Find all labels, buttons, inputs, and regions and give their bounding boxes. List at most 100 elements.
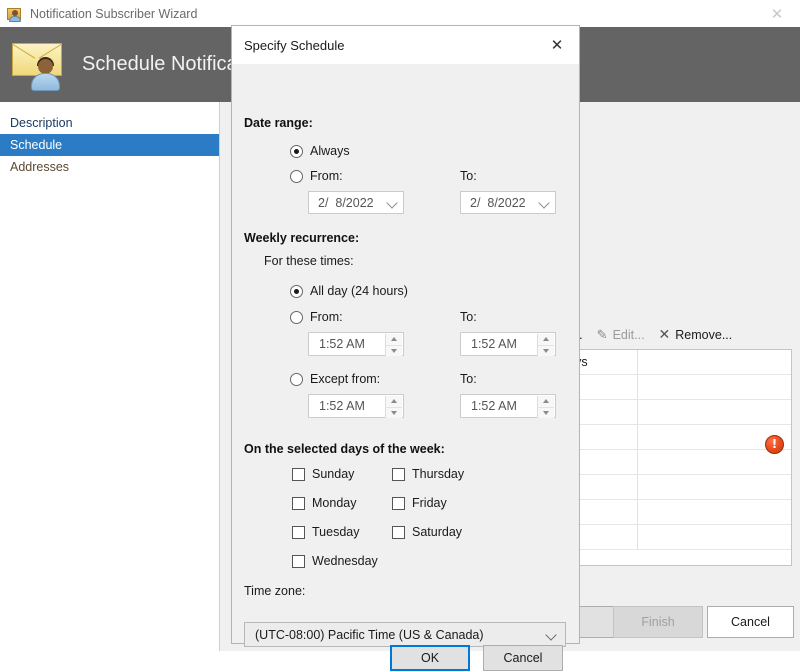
table-row[interactable]: [551, 475, 791, 500]
allday-radio[interactable]: All day (24 hours): [290, 284, 408, 298]
date-always-radio[interactable]: Always: [290, 144, 350, 158]
checkbox-saturday[interactable]: Saturday: [392, 525, 462, 539]
timezone-label: Time zone:: [244, 584, 306, 598]
weekly-recurrence-heading: Weekly recurrence:: [244, 231, 360, 245]
triangle-down-icon: [543, 348, 549, 353]
edit-schedule-button[interactable]: ✎ Edit...: [597, 327, 645, 343]
except-to-spinner[interactable]: [537, 396, 554, 418]
table-row[interactable]: [551, 450, 791, 475]
checkbox-monday[interactable]: Monday: [292, 496, 356, 510]
spinner-down-button[interactable]: [537, 345, 554, 356]
date-to-input[interactable]: 2/ 8/2022: [460, 191, 556, 214]
except-from-spinner[interactable]: [385, 396, 402, 418]
spinner-down-button[interactable]: [385, 345, 402, 356]
date-always-label: Always: [310, 144, 350, 158]
spinner-down-button[interactable]: [537, 407, 554, 418]
time-from-spinner[interactable]: [385, 334, 402, 356]
chevron-down-icon[interactable]: [545, 629, 557, 641]
remove-schedule-button[interactable]: ✕ Remove...: [659, 327, 733, 343]
checkbox-indicator: [392, 496, 405, 510]
time-from-radio[interactable]: From:: [290, 310, 343, 324]
table-row[interactable]: [551, 425, 791, 450]
triangle-up-icon: [391, 337, 397, 342]
triangle-down-icon: [543, 410, 549, 415]
table-row[interactable]: [551, 525, 791, 550]
date-from-label: From:: [310, 169, 343, 183]
except-from-input[interactable]: 1:52 AM: [308, 394, 404, 418]
radio-indicator: [290, 144, 303, 158]
for-these-times-label: For these times:: [264, 254, 354, 268]
table-row[interactable]: kdays: [551, 350, 791, 375]
except-from-value: 1:52 AM: [319, 399, 365, 413]
time-from-input[interactable]: 1:52 AM: [308, 332, 404, 356]
date-from-input[interactable]: 2/ 8/2022: [308, 191, 404, 214]
dialog-cancel-button[interactable]: Cancel: [483, 645, 563, 671]
pencil-icon: ✎: [596, 327, 608, 342]
specify-schedule-dialog: Specify Schedule ✕ Date range: Always Fr…: [231, 25, 580, 671]
chevron-down-icon[interactable]: [538, 197, 550, 209]
triangle-up-icon: [543, 399, 549, 404]
dialog-close-button[interactable]: ✕: [535, 26, 579, 64]
checkbox-sunday[interactable]: Sunday: [292, 467, 354, 481]
sidebar-item-description[interactable]: Description: [0, 112, 219, 134]
table-cell-value: [638, 500, 791, 524]
checkbox-indicator: [292, 525, 305, 539]
table-row[interactable]: [551, 500, 791, 525]
checkbox-label: Friday: [412, 496, 447, 510]
finish-button[interactable]: Finish: [613, 606, 703, 638]
spinner-up-button[interactable]: [537, 396, 554, 408]
radio-indicator: [290, 169, 303, 183]
except-from-label: Except from:: [310, 372, 381, 386]
window-close-button[interactable]: ✕: [754, 0, 800, 27]
days-of-week-heading: On the selected days of the week:: [244, 442, 445, 456]
edit-label: Edit...: [612, 328, 645, 342]
table-row[interactable]: [551, 375, 791, 400]
checkbox-label: Monday: [312, 496, 357, 510]
dialog-title: Specify Schedule: [244, 37, 345, 53]
triangle-up-icon: [543, 337, 549, 342]
except-to-value: 1:52 AM: [471, 399, 517, 413]
table-cell-value: [638, 375, 791, 399]
table-cell-value: [638, 525, 791, 549]
table-row[interactable]: [551, 400, 791, 425]
except-from-radio[interactable]: Except from:: [290, 372, 380, 386]
chevron-down-icon[interactable]: [386, 197, 398, 209]
checkbox-thursday[interactable]: Thursday: [392, 467, 464, 481]
except-to-input[interactable]: 1:52 AM: [460, 394, 556, 418]
sidebar-item-schedule[interactable]: Schedule: [0, 134, 219, 156]
time-to-input[interactable]: 1:52 AM: [460, 332, 556, 356]
sidebar-item-addresses[interactable]: Addresses: [0, 156, 219, 178]
table-cell-value: [638, 400, 791, 424]
dialog-titlebar: Specify Schedule ✕: [232, 26, 579, 64]
user-card-icon: [7, 6, 23, 22]
dialog-ok-button[interactable]: OK: [390, 645, 470, 671]
wizard-sidebar: Description Schedule Addresses: [0, 102, 220, 651]
spinner-up-button[interactable]: [385, 334, 402, 346]
envelope-user-icon: [12, 39, 68, 91]
date-from-radio[interactable]: From:: [290, 169, 343, 183]
wizard-cancel-button[interactable]: Cancel: [707, 606, 794, 638]
checkbox-label: Thursday: [412, 467, 465, 481]
date-range-heading: Date range:: [244, 116, 313, 130]
error-badge-icon[interactable]: !: [765, 435, 784, 454]
time-to-value: 1:52 AM: [471, 337, 517, 351]
window-titlebar: Notification Subscriber Wizard ✕: [0, 0, 800, 27]
spinner-up-button[interactable]: [385, 396, 402, 408]
timezone-select[interactable]: (UTC-08:00) Pacific Time (US & Canada): [244, 622, 566, 647]
date-from-value: 2/ 8/2022: [318, 195, 374, 210]
checkbox-indicator: [392, 525, 405, 539]
radio-indicator: [290, 372, 303, 386]
date-to-value: 2/ 8/2022: [470, 195, 526, 210]
allday-label: All day (24 hours): [310, 284, 408, 298]
checkbox-indicator: [292, 467, 305, 481]
spinner-down-button[interactable]: [385, 407, 402, 418]
triangle-up-icon: [391, 399, 397, 404]
schedules-table[interactable]: kdays: [550, 349, 792, 566]
time-to-spinner[interactable]: [537, 334, 554, 356]
checkbox-label: Saturday: [412, 525, 463, 539]
checkbox-wednesday[interactable]: Wednesday: [292, 554, 378, 568]
checkbox-indicator: [392, 467, 405, 481]
checkbox-tuesday[interactable]: Tuesday: [292, 525, 359, 539]
checkbox-friday[interactable]: Friday: [392, 496, 447, 510]
spinner-up-button[interactable]: [537, 334, 554, 346]
